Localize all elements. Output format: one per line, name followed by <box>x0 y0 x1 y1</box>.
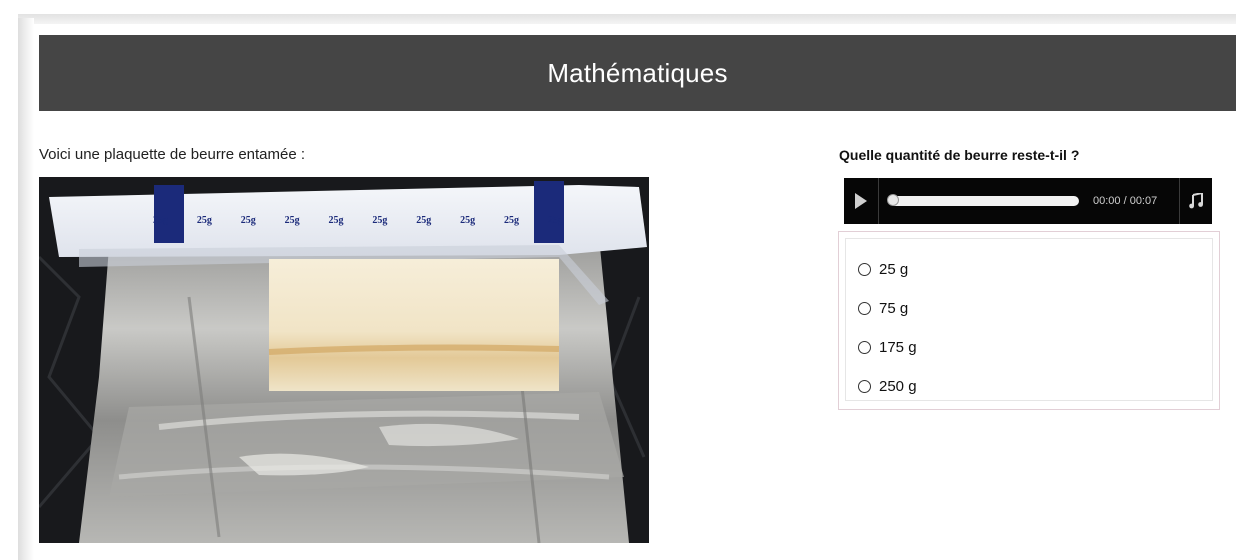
audio-time: 00:00 / 00:07 <box>1093 195 1158 207</box>
audio-menu-button[interactable] <box>1179 178 1212 224</box>
intro-text: Voici une plaquette de beurre entamée : <box>39 146 306 163</box>
answer-option-label: 75 g <box>879 299 909 317</box>
answer-option[interactable]: 75 g <box>858 297 908 319</box>
butter-photo: 25g 25g 25g 25g 25g 25g 25g 25g 25g 25g <box>39 177 649 543</box>
music-note-icon <box>1189 193 1203 209</box>
wrapper-label: 25g <box>504 215 519 226</box>
play-icon <box>855 193 867 209</box>
answer-option[interactable]: 250 g <box>858 375 917 397</box>
window-top-shadow <box>18 14 1236 24</box>
butter-photo-illustration <box>39 177 649 543</box>
page-title: Mathématiques <box>547 57 728 88</box>
page-header: Mathématiques <box>39 35 1236 111</box>
answer-option-label: 25 g <box>879 260 909 278</box>
answer-option-label: 175 g <box>879 338 917 356</box>
wrapper-label: 25g <box>328 215 344 226</box>
answer-option[interactable]: 175 g <box>858 336 917 358</box>
window-left-shadow <box>18 18 34 560</box>
radio-button[interactable] <box>858 262 871 276</box>
wrapper-labels: 25g 25g 25g 25g 25g 25g 25g 25g 25g 25g <box>153 215 563 226</box>
radio-button[interactable] <box>858 301 871 315</box>
wrapper-label: 25g <box>196 215 212 226</box>
wrapper-label: 25g <box>416 215 432 226</box>
audio-progress-track[interactable] <box>887 194 1079 206</box>
answer-option[interactable]: 25 g <box>858 258 908 280</box>
answer-option-label: 250 g <box>879 377 917 395</box>
wrapper-label: 25g <box>284 215 300 226</box>
radio-button[interactable] <box>858 379 871 393</box>
wrapper-label: 25g <box>240 215 256 226</box>
answer-options-box: 25 g 75 g 175 g 250 g <box>838 231 1220 410</box>
question-text: Quelle quantité de beurre reste-t-il ? <box>839 147 1080 163</box>
wrapper-label: 25g <box>547 215 563 226</box>
audio-player: 00:00 / 00:07 <box>844 178 1212 224</box>
answer-options-list: 25 g 75 g 175 g 250 g <box>845 238 1213 401</box>
wrapper-label: 25g <box>460 215 476 226</box>
audio-progress-knob[interactable] <box>887 194 899 206</box>
radio-button[interactable] <box>858 340 871 354</box>
wrapper-label: 25g <box>153 215 168 226</box>
wrapper-label: 25g <box>372 215 388 226</box>
play-button[interactable] <box>844 178 879 224</box>
